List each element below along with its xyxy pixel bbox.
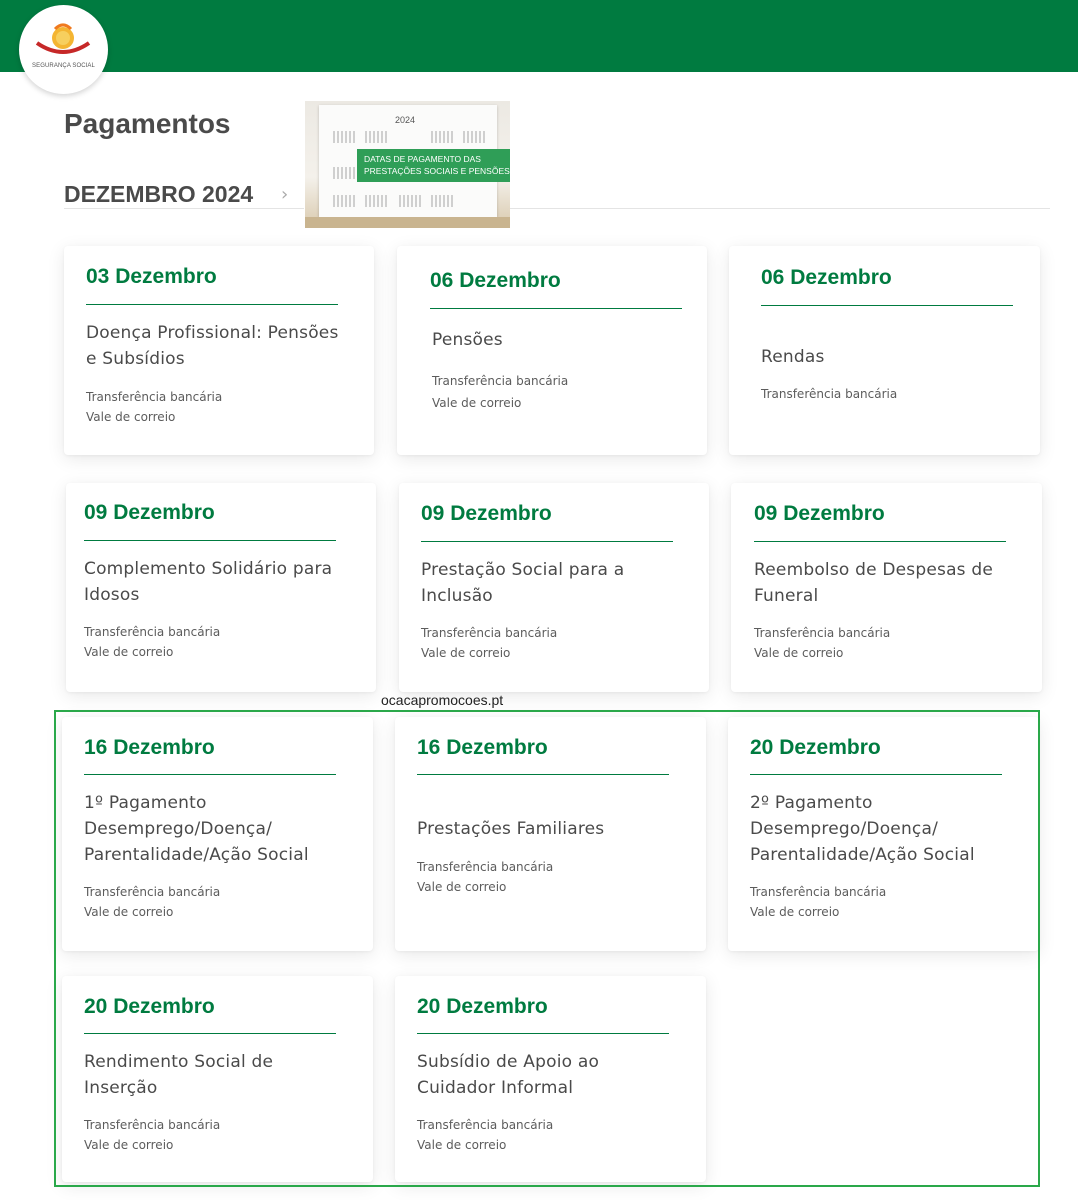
payment-method: Vale de correio — [754, 646, 844, 660]
payment-date: 09 Dezembro — [84, 501, 215, 524]
chevron-right-icon[interactable]: › — [281, 184, 288, 205]
banner-caption-line: DATAS DE PAGAMENTO DAS — [364, 154, 481, 164]
date-underline — [86, 304, 338, 305]
payment-method: Transferência bancária — [761, 387, 898, 401]
payment-date: 06 Dezembro — [430, 269, 561, 292]
sun-emblem-icon — [35, 23, 91, 54]
payment-method: Transferência bancária — [84, 625, 221, 639]
seguranca-social-logo[interactable]: SEGURANÇA SOCIAL — [19, 5, 108, 94]
payment-date: 09 Dezembro — [421, 502, 552, 525]
payment-card[interactable]: 03 Dezembro Doença Profissional: Pensões… — [64, 246, 374, 455]
top-header-bar — [0, 0, 1078, 72]
payment-method: Vale de correio — [86, 410, 176, 424]
payment-method: Transferência bancária — [421, 626, 558, 640]
date-underline — [754, 541, 1006, 542]
payment-card[interactable]: 09 Dezembro Prestação Social para a Incl… — [399, 483, 709, 692]
calendar-month-grid — [463, 131, 485, 143]
payment-title: Pensões — [432, 330, 503, 350]
logo-text: SEGURANÇA SOCIAL — [32, 63, 95, 69]
calendar-month-grid — [431, 131, 453, 143]
divider — [64, 208, 304, 209]
calendar-month-grid — [399, 195, 421, 207]
date-underline — [430, 308, 682, 309]
payment-card[interactable]: 09 Dezembro Reembolso de Despesas de Fun… — [731, 483, 1042, 692]
banner-caption: DATAS DE PAGAMENTO DAS PRESTAÇÕES SOCIAI… — [357, 149, 510, 182]
payment-method: Transferência bancária — [432, 374, 569, 388]
date-underline — [421, 541, 673, 542]
payment-card[interactable]: 06 Dezembro Rendas Transferência bancári… — [729, 246, 1040, 455]
month-heading: DEZEMBRO 2024 — [64, 181, 254, 207]
date-underline — [761, 305, 1013, 306]
calendar-year: 2024 — [395, 115, 416, 125]
calendar-month-grid — [333, 167, 355, 179]
payment-date: 09 Dezembro — [754, 502, 885, 525]
payment-method: Vale de correio — [432, 396, 522, 410]
calendar-month-grid — [431, 195, 453, 207]
payment-title: Reembolso de Despesas de Funeral — [754, 560, 993, 606]
payment-calendar-banner[interactable]: 2024 DATAS DE PAGAMENTO DAS PRESTAÇÕES S… — [305, 101, 510, 228]
payment-method: Transferência bancária — [754, 626, 891, 640]
watermark-text: ocacapromocoes.pt — [381, 692, 504, 708]
payment-card[interactable]: 06 Dezembro Pensões Transferência bancár… — [397, 246, 707, 455]
payment-method: Vale de correio — [421, 646, 511, 660]
payment-title: Rendas — [761, 347, 825, 367]
payment-title: Complemento Solidário para Idosos — [84, 559, 333, 605]
payment-date: 03 Dezembro — [86, 265, 217, 288]
payment-method: Transferência bancária — [86, 390, 223, 404]
calendar-month-grid — [365, 195, 387, 207]
highlight-frame — [54, 710, 1040, 1187]
payment-date: 06 Dezembro — [761, 266, 892, 289]
divider — [510, 208, 1050, 209]
payment-card[interactable]: 09 Dezembro Complemento Solidário para I… — [66, 483, 376, 692]
payment-title: Prestação Social para a Inclusão — [421, 560, 625, 606]
calendar-month-grid — [333, 131, 355, 143]
page-title: Pagamentos — [64, 108, 231, 139]
payment-title: Doença Profissional: Pensões e Subsídios — [86, 323, 339, 369]
banner-caption-line: PRESTAÇÕES SOCIAIS E PENSÕES — [364, 166, 510, 176]
calendar-month-grid — [365, 131, 387, 143]
date-underline — [84, 540, 336, 541]
banner-base — [305, 217, 510, 228]
calendar-month-grid — [333, 195, 355, 207]
payment-method: Vale de correio — [84, 645, 174, 659]
